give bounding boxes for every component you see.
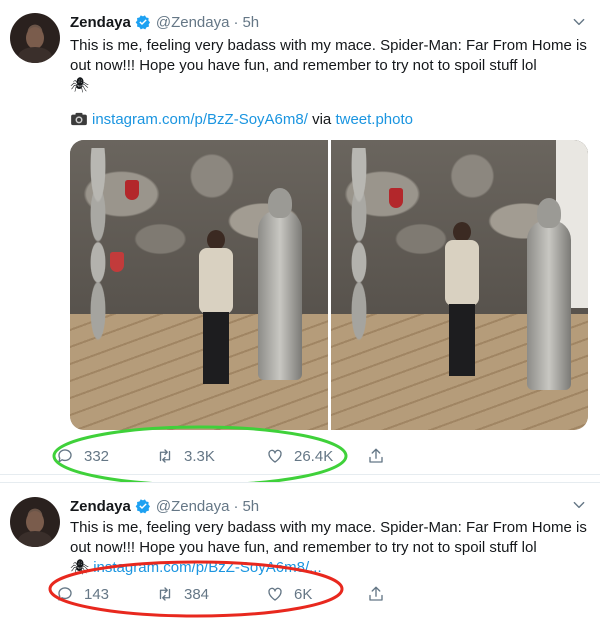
verified-badge-icon xyxy=(135,15,150,30)
via-label: via xyxy=(312,111,332,128)
media-grid xyxy=(70,140,588,430)
avatar[interactable] xyxy=(10,497,60,547)
tweet-header: Zendaya @Zendaya · 5h xyxy=(70,11,259,33)
tweet-body: This is me, feeling very badass with my … xyxy=(70,519,587,556)
like-count: 26.4K xyxy=(294,447,334,465)
camera-icon xyxy=(71,112,87,126)
retweet-count: 384 xyxy=(184,585,210,603)
retweet-action[interactable]: 384 xyxy=(156,585,236,603)
tweet-body: This is me, feeling very badass with my … xyxy=(70,37,587,74)
separator-dot: · xyxy=(233,13,239,31)
reply-count: 143 xyxy=(84,585,110,603)
timestamp[interactable]: 5h xyxy=(242,498,259,515)
tweet-2[interactable]: Zendaya @Zendaya · 5h This is me, feelin… xyxy=(0,482,600,619)
reply-action[interactable]: 332 xyxy=(56,447,126,465)
reply-icon xyxy=(58,587,72,601)
reply-action[interactable]: 143 xyxy=(56,585,126,603)
tweet-1[interactable]: Zendaya @Zendaya · 5h This is me, feelin… xyxy=(0,0,600,487)
tweet-actions: 143 384 6K xyxy=(56,579,396,609)
like-count: 6K xyxy=(294,585,313,603)
spider-emoji: 🕷 xyxy=(70,77,90,94)
tweet-photo-link[interactable]: tweet.photo xyxy=(335,111,413,128)
share-icon[interactable] xyxy=(367,585,385,603)
chevron-down-icon[interactable] xyxy=(572,15,586,29)
instagram-link[interactable]: instagram.com/p/BzZ-SoyA6m8/ xyxy=(92,111,308,128)
retweet-icon xyxy=(159,587,171,601)
tweet-text: This is me, feeling very badass with my … xyxy=(70,36,590,96)
chevron-down-icon[interactable] xyxy=(572,498,586,512)
username[interactable]: @Zendaya xyxy=(156,498,230,515)
tweet-photo-left[interactable] xyxy=(70,140,328,430)
tweet-actions: 332 3.3K 26.4K xyxy=(56,441,396,471)
retweet-icon xyxy=(159,449,171,463)
retweet-count: 3.3K xyxy=(184,447,215,465)
tweet-text: This is me, feeling very badass with my … xyxy=(70,518,590,578)
display-name[interactable]: Zendaya xyxy=(70,498,131,515)
avatar[interactable] xyxy=(10,13,60,63)
tweet-header: Zendaya @Zendaya · 5h xyxy=(70,495,259,517)
like-icon xyxy=(268,587,282,601)
retweet-action[interactable]: 3.3K xyxy=(156,447,236,465)
like-action[interactable]: 6K xyxy=(266,585,356,603)
reply-icon xyxy=(58,449,72,463)
instagram-link[interactable]: instagram.com/p/BzZ-SoyA6m8/... xyxy=(93,559,321,576)
timestamp[interactable]: 5h xyxy=(242,14,259,31)
like-icon xyxy=(268,449,282,463)
separator-dot: · xyxy=(233,497,239,515)
reply-count: 332 xyxy=(84,447,110,465)
share-icon[interactable] xyxy=(367,447,385,465)
tweet-photo-right[interactable] xyxy=(330,140,588,430)
display-name[interactable]: Zendaya xyxy=(70,14,131,31)
spider-emoji: 🕷 xyxy=(70,559,90,576)
like-action[interactable]: 26.4K xyxy=(266,447,356,465)
tweet-link-line: instagram.com/p/BzZ-SoyA6m8/ via tweet.p… xyxy=(70,110,413,130)
verified-badge-icon xyxy=(135,499,150,514)
username[interactable]: @Zendaya xyxy=(156,14,230,31)
